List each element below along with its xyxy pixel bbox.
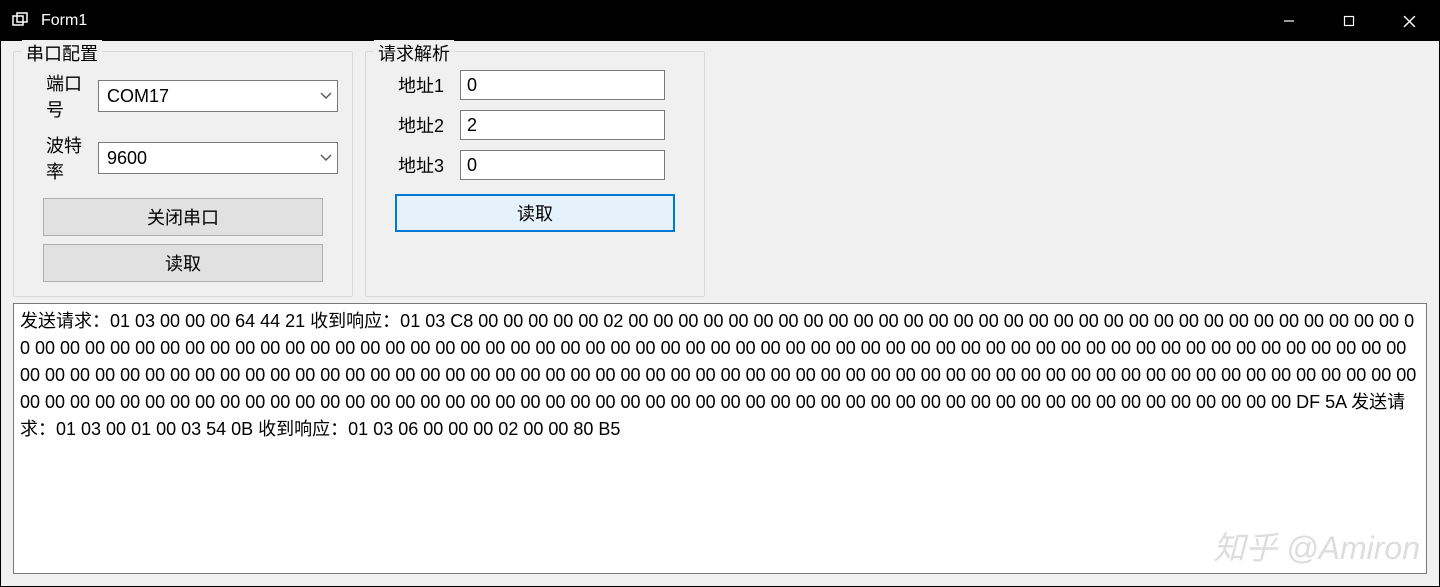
request-parse-group: 请求解析 地址1 地址2 地址3 读取 xyxy=(365,51,705,297)
window-title: Form1 xyxy=(41,12,1259,30)
serial-config-title: 串口配置 xyxy=(22,40,102,66)
addr1-label: 地址1 xyxy=(380,72,460,98)
addr3-row: 地址3 xyxy=(380,150,690,180)
port-input[interactable] xyxy=(98,80,338,112)
minimize-button[interactable] xyxy=(1259,1,1319,41)
app-window: Form1 串口配置 端口号 xyxy=(0,0,1440,587)
addr1-row: 地址1 xyxy=(380,70,690,100)
baud-input[interactable] xyxy=(98,142,338,174)
log-content: 发送请求：01 03 00 00 00 64 44 21 收到响应：01 03 … xyxy=(20,311,1416,439)
baud-row: 波特率 xyxy=(28,132,338,184)
client-area: 串口配置 端口号 波特率 xyxy=(1,41,1439,586)
addr3-label: 地址3 xyxy=(380,152,460,178)
addr3-input[interactable] xyxy=(460,150,665,180)
serial-read-row: 读取 xyxy=(28,244,338,282)
addr2-label: 地址2 xyxy=(380,112,460,138)
window-controls xyxy=(1259,1,1439,41)
titlebar: Form1 xyxy=(1,1,1439,41)
maximize-button[interactable] xyxy=(1319,1,1379,41)
request-parse-title: 请求解析 xyxy=(374,40,454,66)
serial-config-group: 串口配置 端口号 波特率 xyxy=(13,51,353,297)
close-port-button[interactable]: 关闭串口 xyxy=(43,198,323,236)
port-combo[interactable] xyxy=(98,80,338,112)
baud-combo[interactable] xyxy=(98,142,338,174)
addr2-input[interactable] xyxy=(460,110,665,140)
serial-read-button[interactable]: 读取 xyxy=(43,244,323,282)
port-row: 端口号 xyxy=(28,70,338,122)
parse-read-button[interactable]: 读取 xyxy=(395,194,675,232)
log-textbox[interactable]: 发送请求：01 03 00 00 00 64 44 21 收到响应：01 03 … xyxy=(13,303,1427,574)
port-label: 端口号 xyxy=(28,70,98,122)
app-icon xyxy=(11,11,31,31)
close-button[interactable] xyxy=(1379,1,1439,41)
addr1-input[interactable] xyxy=(460,70,665,100)
addr2-row: 地址2 xyxy=(380,110,690,140)
close-port-row: 关闭串口 xyxy=(28,198,338,236)
baud-label: 波特率 xyxy=(28,132,98,184)
parse-read-row: 读取 xyxy=(380,194,690,232)
top-panels: 串口配置 端口号 波特率 xyxy=(13,51,1427,297)
